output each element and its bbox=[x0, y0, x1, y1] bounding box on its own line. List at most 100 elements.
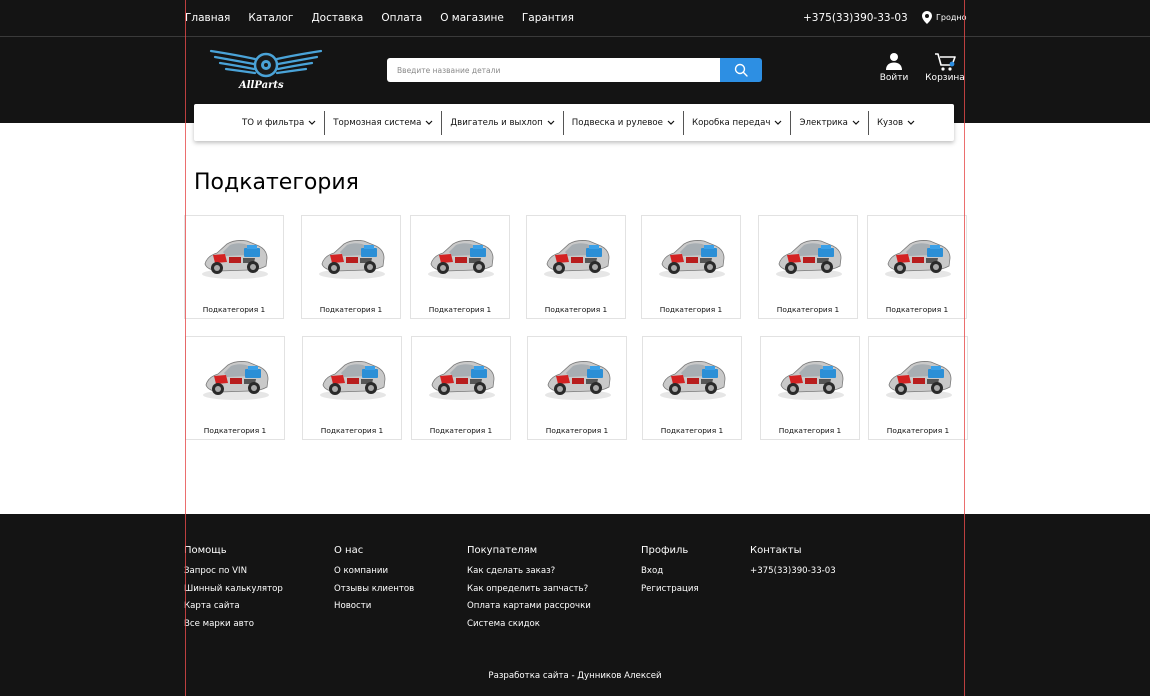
footer-link-register[interactable]: Регистрация bbox=[641, 584, 699, 594]
chevron-down-icon bbox=[547, 120, 555, 125]
header-phone[interactable]: +375(33)390-33-03 bbox=[803, 12, 908, 24]
car-parts-image bbox=[202, 240, 268, 279]
car-parts-image bbox=[429, 361, 495, 400]
footer-link-company[interactable]: О компании bbox=[334, 566, 414, 576]
category-transmission[interactable]: Коробка передач bbox=[684, 110, 792, 135]
car-parts-image bbox=[885, 240, 951, 279]
category-electrics[interactable]: Электрика bbox=[791, 110, 869, 135]
top-nav: Главная Каталог Доставка Оплата О магази… bbox=[185, 12, 592, 24]
footer-credit: Разработка сайта - Дунников Алексей bbox=[488, 671, 662, 681]
subcategory-card-label: Подкатегория 1 bbox=[202, 305, 266, 314]
nav-link-payment[interactable]: Оплата bbox=[381, 12, 422, 24]
subcategory-card[interactable]: Подкатегория 1 bbox=[642, 336, 742, 440]
subcategory-card[interactable]: Подкатегория 1 bbox=[302, 336, 402, 440]
subcategory-card-label: Подкатегория 1 bbox=[428, 305, 492, 314]
category-brakes[interactable]: Тормозная система bbox=[325, 110, 443, 135]
chevron-down-icon bbox=[667, 120, 675, 125]
footer-link-tire-calc[interactable]: Шинный калькулятор bbox=[184, 584, 283, 594]
subcategory-card-label: Подкатегория 1 bbox=[544, 305, 608, 314]
cart-label: Корзина bbox=[925, 73, 965, 83]
footer-link-news[interactable]: Новости bbox=[334, 601, 414, 611]
footer-col-about: О нас О компании Отзывы клиентов Новости bbox=[334, 545, 414, 619]
footer-link-vin[interactable]: Запрос по VIN bbox=[184, 566, 283, 576]
category-label: Тормозная система bbox=[333, 117, 422, 128]
subcategory-card[interactable]: Подкатегория 1 bbox=[185, 336, 285, 440]
subcategory-card[interactable]: Подкатегория 1 bbox=[758, 215, 858, 319]
category-label: Двигатель и выхлоп bbox=[450, 117, 543, 128]
subcategory-card[interactable]: Подкатегория 1 bbox=[410, 215, 510, 319]
footer-link-login[interactable]: Вход bbox=[641, 566, 699, 576]
category-body[interactable]: Кузов bbox=[869, 111, 923, 135]
nav-link-catalog[interactable]: Каталог bbox=[248, 12, 293, 24]
location-pin-icon bbox=[922, 11, 932, 24]
footer-link-discounts[interactable]: Система скидок bbox=[467, 619, 591, 629]
footer-heading: Контакты bbox=[750, 545, 802, 556]
car-parts-image bbox=[778, 361, 844, 400]
subcategory-card-label: Подкатегория 1 bbox=[545, 426, 609, 435]
footer-link-brands[interactable]: Все марки авто bbox=[184, 619, 283, 629]
user-icon bbox=[886, 53, 902, 70]
site-footer: Помощь Запрос по VIN Шинный калькулятор … bbox=[0, 514, 1150, 696]
footer-link-identify-part[interactable]: Как определить запчасть? bbox=[467, 584, 591, 594]
footer-heading: Покупателям bbox=[467, 545, 538, 556]
search-input[interactable] bbox=[387, 58, 720, 82]
car-parts-image bbox=[659, 240, 725, 279]
footer-link-sitemap[interactable]: Карта сайта bbox=[184, 601, 283, 611]
footer-col-buyers: Покупателям Как сделать заказ? Как опред… bbox=[467, 545, 591, 636]
category-label: Кузов bbox=[876, 117, 904, 128]
login-button[interactable]: Войти bbox=[878, 52, 910, 83]
footer-col-help: Помощь Запрос по VIN Шинный калькулятор … bbox=[184, 545, 283, 636]
category-label: Электрика bbox=[799, 117, 848, 128]
subcategory-card[interactable]: Подкатегория 1 bbox=[868, 336, 968, 440]
subcategory-card[interactable]: Подкатегория 1 bbox=[867, 215, 967, 319]
subcategory-card[interactable]: Подкатегория 1 bbox=[301, 215, 401, 319]
footer-heading: О нас bbox=[334, 545, 364, 556]
cart-button[interactable]: Корзина bbox=[924, 52, 966, 83]
layout-guide-left bbox=[185, 0, 186, 696]
chevron-down-icon bbox=[775, 120, 782, 125]
chevron-down-icon bbox=[852, 120, 860, 125]
category-menu: ТО и фильтра Тормозная система Двигатель… bbox=[194, 104, 954, 141]
car-parts-image bbox=[320, 361, 386, 400]
search-bar bbox=[387, 58, 762, 82]
subcategory-card-label: Подкатегория 1 bbox=[659, 305, 723, 314]
logo-text: AllParts bbox=[239, 80, 284, 91]
car-parts-image bbox=[428, 240, 494, 279]
nav-link-warranty[interactable]: Гарантия bbox=[522, 12, 574, 24]
nav-link-home[interactable]: Главная bbox=[185, 12, 230, 24]
subcategory-card[interactable]: Подкатегория 1 bbox=[411, 336, 511, 440]
footer-heading: Профиль bbox=[641, 545, 689, 556]
subcategory-card[interactable]: Подкатегория 1 bbox=[184, 215, 284, 319]
footer-link-how-to-order[interactable]: Как сделать заказ? bbox=[467, 566, 591, 576]
category-engine[interactable]: Двигатель и выхлоп bbox=[442, 110, 564, 135]
subcategory-card[interactable]: Подкатегория 1 bbox=[527, 336, 627, 440]
top-bar: Главная Каталог Доставка Оплата О магази… bbox=[0, 0, 1150, 37]
category-label: ТО и фильтра bbox=[242, 117, 305, 128]
footer-heading: Помощь bbox=[184, 545, 227, 556]
login-label: Войти bbox=[879, 73, 909, 83]
nav-link-about-shop[interactable]: О магазине bbox=[440, 12, 504, 24]
car-parts-image bbox=[319, 240, 385, 279]
subcategory-card[interactable]: Подкатегория 1 bbox=[526, 215, 626, 319]
category-label: Подвеска и рулевое bbox=[571, 117, 663, 128]
footer-col-profile: Профиль Вход Регистрация bbox=[641, 545, 699, 601]
city-selector[interactable]: Гродно bbox=[922, 11, 967, 24]
footer-link-phone[interactable]: +375(33)390-33-03 bbox=[750, 566, 836, 576]
chevron-down-icon bbox=[907, 120, 915, 125]
footer-link-reviews[interactable]: Отзывы клиентов bbox=[334, 584, 414, 594]
category-label: Коробка передач bbox=[691, 117, 771, 128]
city-label: Гродно bbox=[936, 13, 967, 22]
chevron-down-icon bbox=[308, 120, 316, 125]
car-parts-image bbox=[545, 361, 611, 400]
search-button[interactable] bbox=[720, 58, 762, 82]
subcategory-card[interactable]: Подкатегория 1 bbox=[641, 215, 741, 319]
subcategory-card[interactable]: Подкатегория 1 bbox=[760, 336, 860, 440]
footer-link-installment[interactable]: Оплата картами рассрочки bbox=[467, 601, 591, 611]
subcategory-card-label: Подкатегория 1 bbox=[776, 305, 840, 314]
chevron-down-icon bbox=[425, 120, 433, 125]
category-suspension[interactable]: Подвеска и рулевое bbox=[564, 110, 684, 135]
search-icon bbox=[734, 63, 748, 77]
nav-link-delivery[interactable]: Доставка bbox=[311, 12, 363, 24]
category-maintenance[interactable]: ТО и фильтра bbox=[234, 110, 326, 135]
car-parts-image bbox=[886, 361, 952, 400]
